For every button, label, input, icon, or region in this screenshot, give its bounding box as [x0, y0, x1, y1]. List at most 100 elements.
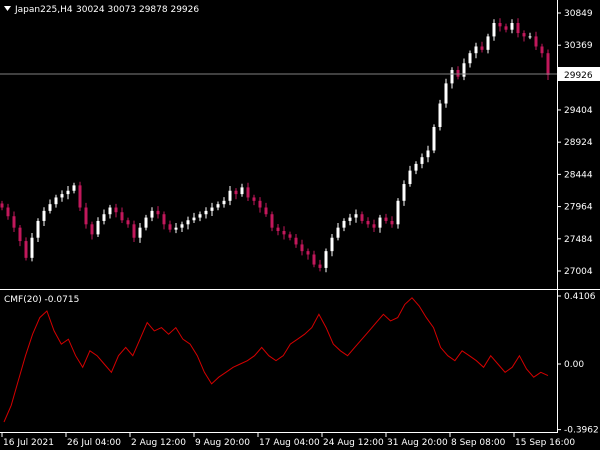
chart-background: [0, 0, 600, 450]
candle-body: [36, 220, 40, 238]
candle-body: [408, 170, 412, 185]
candle-body: [342, 220, 346, 228]
candle-body: [90, 224, 94, 235]
candle-body: [108, 207, 112, 215]
candle-body: [372, 224, 376, 228]
current-price-value: 29926: [564, 71, 593, 81]
candle-body: [204, 210, 208, 215]
candle-body: [168, 224, 172, 230]
candle-body: [360, 214, 364, 221]
candle-body: [0, 203, 4, 208]
candle-body: [162, 214, 166, 225]
candle-body: [462, 63, 466, 77]
candle-body: [510, 22, 514, 30]
candle-body: [348, 217, 352, 221]
candle-body: [216, 204, 220, 208]
candle-body: [516, 22, 520, 34]
candle-body: [186, 220, 190, 225]
symbol-timeframe-label: Japan225,H4: [14, 5, 73, 15]
time-axis-label: 8 Sep 08:00: [451, 438, 506, 448]
candle-body: [282, 231, 286, 235]
candle-body: [18, 227, 22, 242]
cmf-indicator-label: CMF(20) -0.0715: [4, 295, 79, 305]
candle-body: [366, 220, 370, 225]
price-axis-label: 30849: [564, 9, 593, 19]
time-axis-label: 15 Sep 16:00: [515, 438, 575, 448]
candle-body: [102, 214, 106, 221]
candle-body: [84, 207, 88, 225]
time-axis-label: 16 Jul 2021: [3, 438, 54, 448]
candle-body: [480, 46, 484, 50]
candle-body: [534, 36, 538, 47]
candle-body: [288, 234, 292, 238]
time-axis-label: 26 Jul 04:00: [67, 438, 121, 448]
candle-body: [294, 237, 298, 245]
candle-body: [438, 103, 442, 128]
candle-body: [432, 127, 436, 151]
price-axis-label: 27964: [564, 203, 593, 213]
candle-body: [210, 207, 214, 211]
candle-body: [276, 227, 280, 232]
candle-body: [126, 220, 130, 225]
candle-body: [144, 217, 148, 228]
candle-body: [444, 83, 448, 104]
candle-body: [390, 220, 394, 225]
candle-body: [24, 241, 28, 258]
candle-body: [312, 254, 316, 265]
candle-body: [504, 26, 508, 30]
candle-body: [78, 185, 82, 208]
candle-body: [378, 217, 382, 228]
chart-window[interactable]: 30849 30369 29404 28924 28444 27964 27484 27004…: [0, 0, 600, 450]
candle-body: [456, 69, 460, 77]
candle-body: [474, 46, 478, 54]
candle-body: [498, 22, 502, 27]
candle-body: [402, 184, 406, 201]
candle-body: [336, 227, 340, 238]
candle-body: [528, 36, 532, 38]
candle-body: [414, 163, 418, 171]
candle-body: [12, 216, 16, 228]
candle-body: [228, 190, 232, 201]
cmf-axis-label: -0.3962: [564, 426, 599, 436]
time-axis-label: 24 Aug 12:00: [323, 438, 384, 448]
chart-header: Japan225,H4 30024 30073 29878 29926: [4, 5, 199, 15]
candle-body: [132, 224, 136, 238]
candle-body: [252, 197, 256, 201]
candle-body: [246, 187, 250, 198]
candle-body: [120, 212, 124, 221]
candle-body: [264, 207, 268, 215]
candle-body: [546, 53, 550, 75]
candle-body: [330, 237, 334, 252]
candle-body: [300, 244, 304, 252]
price-axis-label: 27004: [564, 267, 593, 277]
candle-body: [180, 224, 184, 228]
candle-body: [450, 69, 454, 84]
candle-body: [318, 264, 322, 268]
candle-body: [258, 200, 262, 208]
price-axis-label: 27484: [564, 235, 593, 245]
candle-body: [198, 214, 202, 218]
cmf-axis-label: 0.00: [564, 360, 584, 370]
candle-body: [240, 187, 244, 195]
candle-body: [138, 227, 142, 238]
candle-body: [354, 214, 358, 218]
candle-body: [522, 33, 526, 37]
candle-body: [270, 214, 274, 228]
candle-body: [222, 200, 226, 205]
candle-body: [150, 210, 154, 218]
candle-body: [426, 150, 430, 158]
candle-body: [48, 204, 52, 211]
candle-body: [192, 217, 196, 221]
candle-body: [6, 207, 10, 217]
candle-body: [72, 185, 76, 191]
candle-body: [42, 210, 46, 221]
candle-body: [60, 194, 64, 198]
candle-body: [54, 197, 58, 205]
current-price-tag: 29926: [558, 67, 600, 81]
candle-body: [540, 46, 544, 54]
candle-body: [486, 36, 490, 50]
price-axis-label: 30369: [564, 41, 593, 51]
price-axis-label: 29404: [564, 106, 593, 116]
candle-body: [420, 157, 424, 164]
candle-body: [396, 200, 400, 225]
